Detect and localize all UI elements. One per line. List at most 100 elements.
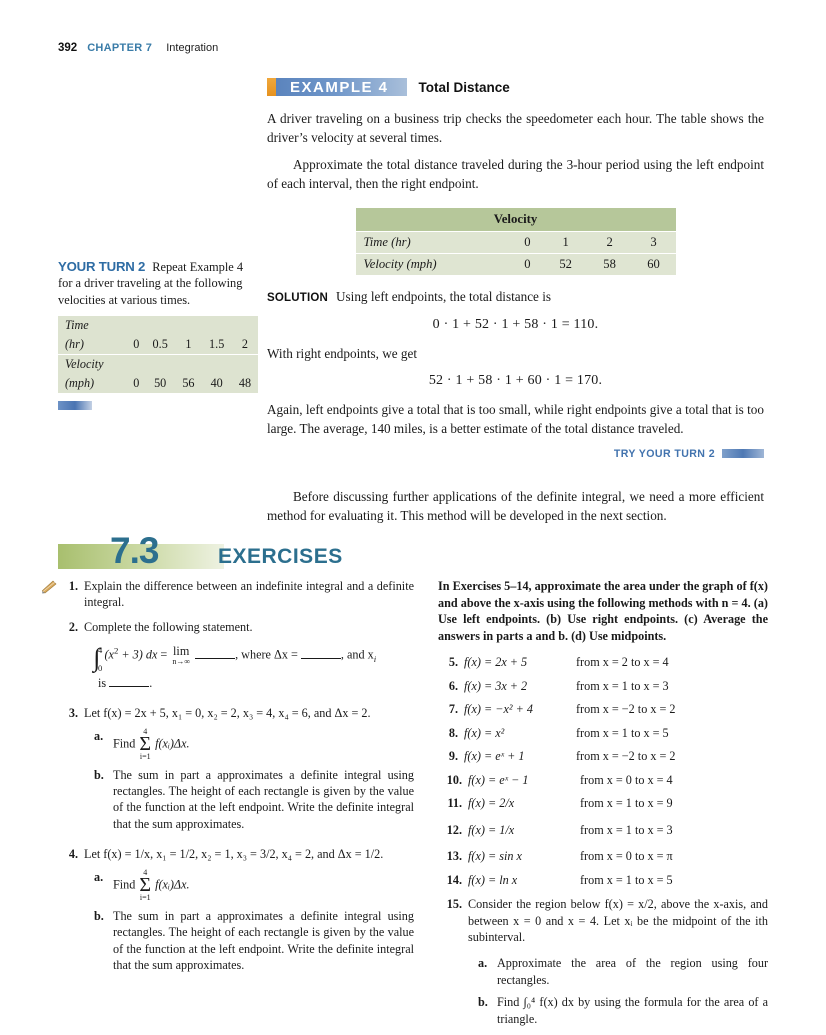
sub-letter: b. xyxy=(94,908,104,923)
yt-row-label-vel-top: Velocity xyxy=(58,354,128,375)
yt-row-label-time-bottom: (hr) xyxy=(58,335,128,356)
chapter-title: Integration xyxy=(166,42,219,54)
is-word: is xyxy=(98,675,107,690)
sub-text-block: Find 4 Σ i=1 f(xᵢ)Δx. xyxy=(113,868,414,902)
exercise-4: 4. Let f(x) = 1/x, x₁ = 1/2, x₂ = 1, x₃ … xyxy=(58,846,414,973)
yt-spacer-4 xyxy=(231,316,258,336)
yt-cell-time-0: 0 xyxy=(127,335,145,356)
cell-vel-1: 52 xyxy=(543,253,588,275)
exercise-11: 11. f(x) = 2/x from x = 1 to x = 9 xyxy=(438,795,768,811)
exercise-range: from x = 0 to x = 4 xyxy=(580,772,673,787)
exercise-2: 2. Complete the following statement. 4 0… xyxy=(58,619,414,691)
exercise-15-part-b: b. Find ∫₀⁴ f(x) dx by using the formula… xyxy=(478,994,768,1027)
sub-letter: b. xyxy=(478,995,488,1010)
exercise-number: 6. xyxy=(448,678,458,693)
sub-letter: a. xyxy=(94,728,104,743)
integrand-open: (x xyxy=(104,647,114,662)
row-label-time: Time (hr) xyxy=(355,231,512,254)
answer-blank-1[interactable] xyxy=(195,649,236,659)
exercise-9: 9. f(x) = eˣ + 1 from x = −2 to x = 2 xyxy=(438,748,768,764)
yt-row-label-vel-bottom: (mph) xyxy=(58,374,128,394)
your-turn-sidebar: YOUR TURN 2 Repeat Example 4 for a driver… xyxy=(58,258,258,411)
table-header-row: Velocity xyxy=(355,207,676,232)
equals-sign: = xyxy=(160,647,168,662)
sub-letter: a. xyxy=(94,869,104,884)
try-your-turn-callout[interactable]: TRY YOUR TURN 2 xyxy=(267,448,764,460)
exercise-14: 14. f(x) = ln x from x = 1 to x = 5 xyxy=(438,872,768,888)
velocity-table-caption: Velocity xyxy=(355,207,676,232)
yt-cell-time-1: 0.5 xyxy=(144,335,176,356)
sub-text: The sum in part a approximates a definit… xyxy=(113,767,414,831)
exercise-10: 10. f(x) = eˣ − 1 from x = 0 to x = 4 xyxy=(438,772,768,788)
exercise-number: 5. xyxy=(448,655,458,670)
exercise-8: 8. f(x) = x² from x = 1 to x = 5 xyxy=(438,725,768,741)
exercise-number: 9. xyxy=(448,749,458,764)
exercise-function: f(x) = 3x + 2 xyxy=(464,678,528,693)
exercise-7: 7. f(x) = −x² + 4 from x = −2 to x = 2 xyxy=(438,701,768,717)
table-row: Time (hr) 0 1 2 3 xyxy=(355,231,676,254)
where-delta-x: , where Δx = xyxy=(235,647,298,662)
exercise-text-block: Let f(x) = 2x + 5, x₁ = 0, x₂ = 2, x₃ = … xyxy=(84,705,414,832)
example-title: Total Distance xyxy=(418,79,510,95)
exercise-number: 11. xyxy=(447,796,462,811)
exercise-function: f(x) = x² xyxy=(464,725,505,740)
exercise-number: 8. xyxy=(448,725,458,740)
exercise-2-is-line: is . xyxy=(98,675,153,690)
table-row: (hr) 0 0.5 1 1.5 2 xyxy=(58,335,258,356)
velocity-table-wrapper: Velocity Time (hr) 0 1 2 3 Velocity (mph… xyxy=(267,207,764,275)
exercise-range: from x = 0 to x = π xyxy=(580,849,673,864)
your-turn-table: Time (hr) 0 0.5 1 1.5 2 Velocity (mph) 0 xyxy=(58,316,258,394)
exercises-word: EXERCISES xyxy=(218,545,343,568)
exercise-range: from x = −2 to x = 2 xyxy=(576,749,676,764)
yt-cell-time-4: 2 xyxy=(231,335,258,356)
exercise-number: 1. xyxy=(68,579,78,593)
yt-spacer-2 xyxy=(175,316,202,336)
yt-spacer-0 xyxy=(127,316,145,336)
solution-label: SOLUTION xyxy=(267,291,329,304)
exercise-2-equation: 4 0 ∫ (x2 + 3) dx = lim n→∞ , where Δx =… xyxy=(93,645,414,673)
exercise-3: 3. Let f(x) = 2x + 5, x₁ = 0, x₂ = 2, x₃… xyxy=(58,705,414,832)
limit-operator: lim n→∞ xyxy=(172,645,190,666)
sum-body: f(xᵢ)Δx. xyxy=(155,877,190,892)
exercise-4-part-a: a. Find 4 Σ i=1 f(xᵢ)Δx. xyxy=(94,868,414,902)
exercise-function: f(x) = 2/x xyxy=(468,796,515,811)
cell-time-2: 2 xyxy=(587,231,632,254)
exercise-function: f(x) = 2x + 5 xyxy=(464,655,528,670)
solution-intro-line: SOLUTION Using left endpoints, the total … xyxy=(267,287,764,307)
answer-blank-2[interactable] xyxy=(300,649,341,659)
exercise-number: 13. xyxy=(446,849,462,864)
yt-spacer-9 xyxy=(231,354,258,375)
table-row: Velocity xyxy=(58,354,258,375)
cell-vel-3: 60 xyxy=(631,253,676,275)
exercise-range: from x = −2 to x = 2 xyxy=(576,702,676,717)
pencil-icon xyxy=(42,580,57,594)
exercise-15-part-a: a. Approximate the area of the region us… xyxy=(478,955,768,988)
exercise-number: 3. xyxy=(68,706,78,721)
yt-cell-vel-2: 56 xyxy=(175,374,202,394)
exercise-text-block: Complete the following statement. 4 0 ∫ … xyxy=(84,619,414,691)
table-row: Velocity (mph) 0 52 58 60 xyxy=(355,253,676,275)
cell-time-1: 1 xyxy=(543,231,588,254)
exercise-range: from x = 1 to x = 5 xyxy=(580,872,673,887)
exercise-text: Complete the following statement. xyxy=(84,619,253,634)
cell-vel-2: 58 xyxy=(587,253,632,275)
sigma-icon: Σ xyxy=(139,732,152,755)
example-badge: EXAMPLE 4 xyxy=(276,78,407,96)
exercise-4-part-b: b. The sum in part a approximates a defi… xyxy=(94,908,414,974)
sub-text: Approximate the area of the region using… xyxy=(497,956,768,987)
cell-vel-0: 0 xyxy=(511,253,544,275)
exercise-5: 5. f(x) = 2x + 5 from x = 2 to x = 4 xyxy=(438,654,768,670)
sub-text: Find ∫₀⁴ f(x) dx by using the formula fo… xyxy=(497,995,768,1026)
right-endpoint-intro: With right endpoints, we get xyxy=(267,345,418,361)
exercise-function: f(x) = eˣ + 1 xyxy=(464,749,525,764)
example-header: EXAMPLE 4 Total Distance xyxy=(267,78,764,96)
exercise-number: 14. xyxy=(446,872,462,887)
row-label-velocity: Velocity (mph) xyxy=(355,253,512,275)
sum-body: f(xᵢ)Δx. xyxy=(155,735,190,750)
exercise-15: 15. Consider the region below f(x) = x/2… xyxy=(438,896,768,1027)
exercise-range: from x = 1 to x = 5 xyxy=(576,725,669,740)
limit-subscript: n→∞ xyxy=(172,657,191,667)
answer-blank-3[interactable] xyxy=(109,677,150,687)
sum-lower-limit: i=1 xyxy=(139,751,151,761)
exercise-range: from x = 1 to x = 3 xyxy=(580,822,673,837)
